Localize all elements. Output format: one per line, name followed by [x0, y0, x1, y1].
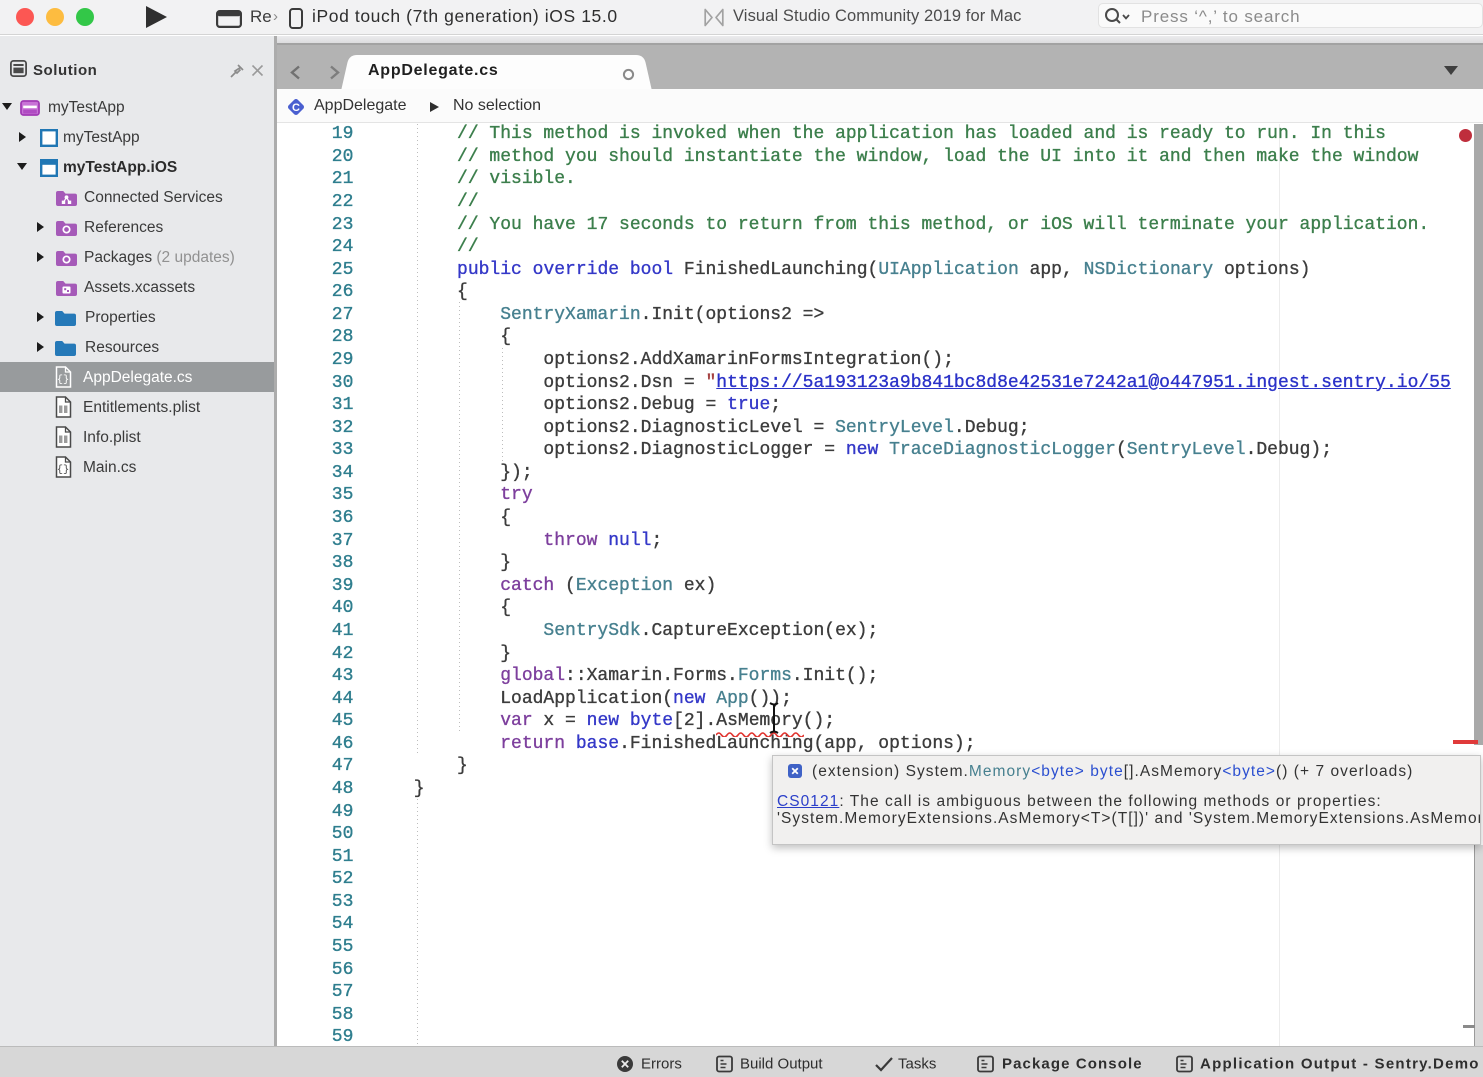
svg-text:{}: {} [57, 374, 70, 386]
svg-text:C: C [292, 102, 300, 114]
svg-text:{}: {} [57, 464, 70, 476]
